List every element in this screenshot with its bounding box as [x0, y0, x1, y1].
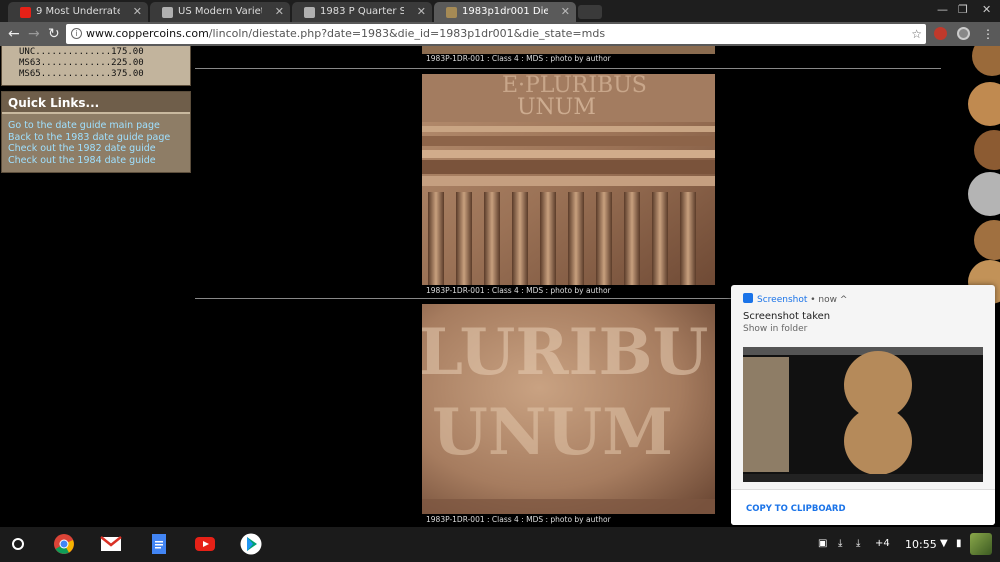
notification-count-badge[interactable]: +4 — [875, 538, 890, 549]
photo-caption: 1983P-1DR-001 : Class 4 : MDS : photo by… — [426, 515, 611, 524]
extension-icon[interactable] — [934, 27, 947, 40]
quick-links-title: Quick Links... — [2, 92, 190, 114]
notification-header: Screenshot • now ^ — [743, 293, 847, 305]
screenshot-thumbnail[interactable] — [743, 347, 983, 482]
photo-caption: 1983P-1DR-001 : Class 4 : MDS : photo by… — [426, 54, 611, 63]
svg-text:UNUM: UNUM — [432, 395, 673, 470]
restore-icon[interactable]: ❐ — [958, 3, 968, 16]
download-icon[interactable]: ⤓ — [856, 538, 860, 549]
link-1984-date-guide[interactable]: Check out the 1984 date guide — [8, 155, 190, 167]
tab-strip: 9 Most Underrated Engi ✕ US Modern Varie… — [0, 0, 1000, 22]
back-arrow-icon[interactable]: ← — [8, 25, 20, 43]
coin-photo-image — [422, 46, 715, 54]
tab-4-active[interactable]: 1983p1dr001 Die Variety ✕ — [434, 2, 576, 22]
battery-icon[interactable]: ▮ — [956, 538, 962, 549]
tab-title: 1983p1dr001 Die Variety — [462, 6, 548, 17]
coin-photo-image: E·PLURIBUS UNUM — [422, 74, 715, 285]
os-shelf: ▣ ⤓ ⤓ +4 10:55 ▼ ▮ — [0, 527, 1000, 562]
svg-text:LURIBU: LURIBU — [422, 315, 708, 390]
tab-1[interactable]: 9 Most Underrated Engi ✕ — [8, 2, 148, 22]
youtube-icon[interactable] — [194, 533, 216, 555]
google-docs-icon[interactable] — [148, 533, 170, 555]
gmail-icon[interactable] — [100, 533, 122, 555]
user-avatar[interactable] — [970, 533, 992, 555]
copy-to-clipboard-button[interactable]: COPY TO CLIPBOARD — [746, 504, 846, 514]
menu-kebab-icon[interactable]: ⋮ — [982, 25, 994, 43]
chevron-up-icon: ^ — [839, 295, 848, 305]
notification-subtitle[interactable]: Show in folder — [743, 324, 807, 334]
link-1982-date-guide[interactable]: Check out the 1982 date guide — [8, 143, 190, 155]
coin-photo-image: LURIBU UNUM — [422, 304, 715, 514]
screenshot-tray-icon[interactable]: ▣ — [818, 538, 827, 549]
site-info-icon[interactable]: i — [71, 28, 82, 39]
penny-favicon-icon — [446, 7, 457, 18]
address-bar[interactable]: i www.coppercoins.com/lincoln/diestate.p… — [66, 24, 926, 44]
close-tab-icon[interactable]: ✕ — [417, 2, 426, 22]
profile-extension-icon[interactable] — [957, 27, 970, 40]
svg-text:UNUM: UNUM — [517, 95, 596, 120]
url-host: www.coppercoins.com — [86, 27, 209, 40]
forward-arrow-icon[interactable]: → — [28, 25, 40, 43]
launcher-icon[interactable] — [12, 538, 24, 550]
tab-title: US Modern Variety and E — [178, 6, 262, 17]
clock[interactable]: 10:55 — [905, 538, 937, 551]
quick-links-box: Quick Links... Go to the date guide main… — [1, 91, 191, 173]
notification-footer: COPY TO CLIPBOARD — [731, 489, 995, 525]
screenshot-notification[interactable]: Screenshot • now ^ Screenshot taken Show… — [731, 285, 995, 525]
divider — [195, 68, 941, 69]
coin-favicon-icon — [304, 7, 315, 18]
close-window-icon[interactable]: ✕ — [982, 3, 991, 16]
youtube-favicon-icon — [20, 7, 31, 18]
notification-title: Screenshot taken — [743, 311, 831, 322]
web-page: UNC..............175.00 MS63............… — [0, 46, 1000, 527]
link-date-guide-main[interactable]: Go to the date guide main page — [8, 120, 190, 132]
bookmark-star-icon[interactable]: ☆ — [911, 24, 922, 44]
screenshot-app-icon — [743, 293, 753, 303]
tab-2[interactable]: US Modern Variety and E ✕ — [150, 2, 290, 22]
price-row: UNC..............175.00 — [19, 47, 144, 57]
url-path: /lincoln/diestate.php?date=1983&die_id=1… — [208, 27, 606, 40]
minimize-icon[interactable]: — — [937, 3, 948, 16]
download-icon[interactable]: ⤓ — [838, 538, 842, 549]
tab-3[interactable]: 1983 P Quarter Several D ✕ — [292, 2, 432, 22]
close-tab-icon[interactable]: ✕ — [275, 2, 284, 22]
price-row: MS65.............375.00 — [19, 69, 144, 79]
close-tab-icon[interactable]: ✕ — [133, 2, 142, 22]
price-table: UNC..............175.00 MS63............… — [1, 46, 191, 86]
chrome-icon[interactable] — [53, 533, 75, 555]
browser-toolbar: ← → ↻ i www.coppercoins.com/lincoln/dies… — [0, 22, 1000, 46]
link-1983-date-guide[interactable]: Back to the 1983 date guide page — [8, 132, 190, 144]
close-tab-icon[interactable]: ✕ — [561, 2, 570, 22]
photo-caption: 1983P-1DR-001 : Class 4 : MDS : photo by… — [426, 286, 611, 295]
price-row: MS63.............225.00 — [19, 58, 144, 68]
play-store-icon[interactable] — [240, 533, 262, 555]
tab-title: 9 Most Underrated Engi — [36, 6, 120, 17]
reload-icon[interactable]: ↻ — [48, 25, 60, 43]
tab-title: 1983 P Quarter Several D — [320, 6, 404, 17]
coin-favicon-icon — [162, 7, 173, 18]
wifi-icon[interactable]: ▼ — [940, 538, 948, 549]
new-tab-button[interactable] — [578, 5, 602, 19]
